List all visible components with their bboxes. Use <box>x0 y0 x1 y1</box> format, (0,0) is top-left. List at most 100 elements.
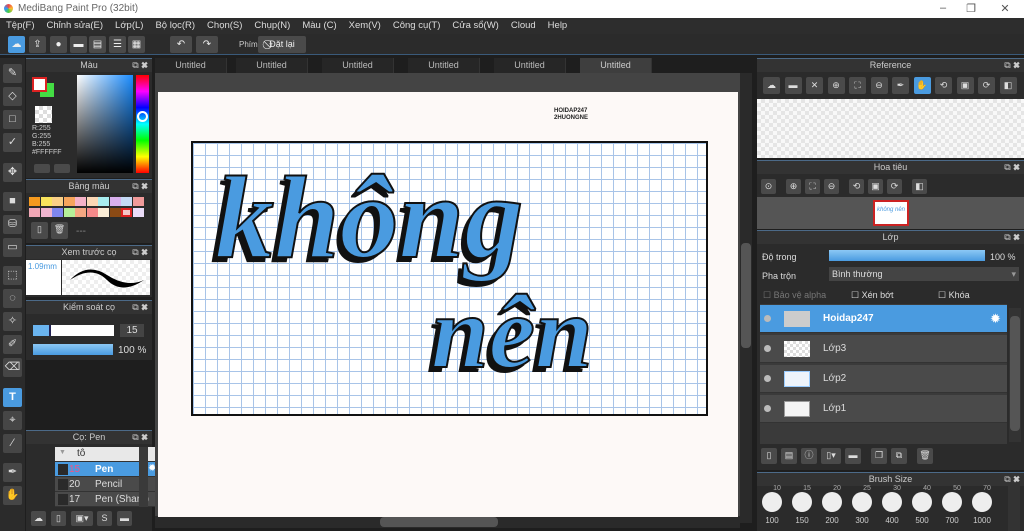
cloud-icon[interactable]: ☁ <box>8 36 25 53</box>
palette-swatch[interactable] <box>86 197 98 206</box>
menu-window[interactable]: Cửa sổ(W) <box>446 18 504 34</box>
flip-icon[interactable]: ◧ <box>912 179 927 194</box>
panel-controls-icon[interactable]: ⧉ ✖ <box>1004 59 1020 72</box>
zoom-out-icon[interactable]: ⊖ <box>870 77 888 94</box>
gradient-tool-icon[interactable]: ▭ <box>3 238 22 257</box>
add-layer-dropdown-icon[interactable]: ▯▾ <box>821 448 841 464</box>
palette-swatch[interactable] <box>132 197 144 206</box>
page-icon[interactable]: ▤ <box>89 36 106 53</box>
menu-select[interactable]: Chọn(S) <box>201 18 248 34</box>
redo-icon[interactable]: ↷ <box>196 36 218 53</box>
menu-layer[interactable]: Lớp(L) <box>109 18 149 34</box>
menu-help[interactable]: Help <box>542 18 574 34</box>
brush-size-preset[interactable]: 700 <box>938 492 966 526</box>
tab-untitled-6[interactable]: Untitled <box>580 58 652 73</box>
brush-list-scrollbar[interactable] <box>139 447 148 507</box>
brush-settings-icon[interactable]: S <box>97 511 112 526</box>
palette-swatch[interactable] <box>29 197 40 206</box>
move-tool-icon[interactable]: ✥ <box>3 163 22 182</box>
palette-swatch[interactable] <box>75 197 86 206</box>
panel-controls-icon[interactable]: ⧉ ✖ <box>132 431 148 444</box>
visibility-icon[interactable] <box>764 375 771 382</box>
folder-icon[interactable]: ▬ <box>117 511 132 526</box>
palette-swatch[interactable] <box>121 197 132 206</box>
lock-checkbox[interactable]: ☐ Khóa <box>938 290 970 301</box>
vertical-scrollbar[interactable] <box>740 73 752 523</box>
rotate-left-icon[interactable]: ⟲ <box>935 77 952 94</box>
add-brush-dropdown-icon[interactable]: ▣▾ <box>71 511 93 526</box>
tab-untitled-3[interactable]: Untitled <box>322 58 394 73</box>
palette-swatch[interactable] <box>63 208 75 217</box>
panel-controls-icon[interactable]: ⧉ ✖ <box>132 246 148 259</box>
reset-button[interactable]: ⃠Đặt lại <box>258 36 306 53</box>
saturation-value-picker[interactable] <box>77 75 133 173</box>
cloud-download-icon[interactable]: ☁ <box>31 511 46 526</box>
maximize-button[interactable]: ❐ <box>964 2 978 15</box>
navigator-thumbnail[interactable]: không nên <box>873 200 909 226</box>
palette-swatch[interactable] <box>75 208 86 217</box>
hand-icon[interactable]: ✋ <box>913 77 931 94</box>
text-tool-icon[interactable]: T <box>3 388 22 407</box>
new-8bit-layer-icon[interactable]: ⓘ <box>801 448 817 464</box>
collapse-arrow-icon[interactable]: ▼ <box>59 449 66 456</box>
new-brush-icon[interactable]: ▯ <box>51 511 66 526</box>
new-halftone-layer-icon[interactable]: ▤ <box>781 448 797 464</box>
panel-controls-icon[interactable]: ⧉ ✖ <box>1004 161 1020 174</box>
rotate-right-icon[interactable]: ⟳ <box>978 77 995 94</box>
magic-wand-tool-icon[interactable]: ✧ <box>3 312 22 331</box>
eraser-tool-icon[interactable]: ◇ <box>3 87 22 106</box>
tab-untitled-1[interactable]: Untitled <box>155 58 227 73</box>
hue-handle[interactable] <box>137 111 148 122</box>
palette-swatch[interactable] <box>52 197 63 206</box>
share-icon[interactable]: ⇪ <box>29 36 46 53</box>
layer-row-hoidap247[interactable]: Hoidap247 ✹ <box>760 305 1007 333</box>
list-icon[interactable]: ☰ <box>109 36 126 53</box>
zoom-in-icon[interactable]: ⊕ <box>827 77 845 94</box>
palette-swatch[interactable] <box>86 208 98 217</box>
palette-swatch[interactable] <box>121 208 132 217</box>
panel-controls-icon[interactable]: ⧉ ✖ <box>132 59 148 72</box>
palette-swatch[interactable] <box>29 208 40 217</box>
hue-slider[interactable] <box>136 75 149 173</box>
folder-icon[interactable]: ▬ <box>845 448 861 464</box>
zoom-out-icon[interactable]: ⊖ <box>824 179 839 194</box>
tab-untitled-4[interactable]: Untitled <box>408 58 480 73</box>
undo-icon[interactable]: ↶ <box>170 36 192 53</box>
menu-color[interactable]: Màu (C) <box>296 18 342 34</box>
new-palette-icon[interactable]: ▯ <box>31 222 48 239</box>
brush-size-preset[interactable]: 100 <box>758 492 786 526</box>
palette-swatch[interactable] <box>109 208 121 217</box>
zoom-actual-icon[interactable]: ⊙ <box>761 179 776 194</box>
brush-tool-icon[interactable]: ✎ <box>3 64 22 83</box>
delete-layer-icon[interactable]: 🗑 <box>917 448 933 464</box>
minimize-button[interactable]: – <box>936 2 950 14</box>
fit-icon[interactable]: ⛶ <box>805 179 820 194</box>
layer-row-lop1[interactable]: Lớp1 <box>760 395 1007 423</box>
horizontal-scrollbar[interactable] <box>155 516 740 528</box>
dot-tool-icon[interactable]: ✓ <box>3 133 22 152</box>
close-button[interactable]: ✕ <box>998 2 1012 15</box>
layer-opacity-slider[interactable] <box>829 250 985 261</box>
palette-swatch[interactable] <box>98 197 109 206</box>
divide-tool-icon[interactable]: ⁄ <box>3 434 22 453</box>
panel-controls-icon[interactable]: ⧉ ✖ <box>132 180 148 193</box>
menu-snap[interactable]: Chụp(N) <box>248 18 296 34</box>
blend-mode-select[interactable]: Bình thường ▾ <box>829 267 1019 281</box>
palette-swatch[interactable] <box>40 197 52 206</box>
zoom-in-icon[interactable]: ⊕ <box>786 179 801 194</box>
close-icon[interactable]: ✕ <box>806 77 823 94</box>
fill-rect-tool-icon[interactable]: ■ <box>3 192 22 211</box>
panel-controls-icon[interactable]: ⧉ ✖ <box>1004 231 1020 244</box>
brush-size-value[interactable]: 15 <box>120 324 144 337</box>
operation-tool-icon[interactable]: ⌖ <box>3 411 22 430</box>
layer-scrollbar[interactable] <box>1009 308 1021 442</box>
hand-tool-icon[interactable]: ✋ <box>3 486 22 505</box>
layer-settings-gear-icon[interactable]: ✹ <box>990 311 1001 327</box>
speech-bubble-icon[interactable]: ● <box>50 36 67 53</box>
lasso-tool-icon[interactable]: ◌ <box>3 289 22 308</box>
brush-size-preset[interactable]: 200 <box>818 492 846 526</box>
merge-layer-icon[interactable]: ⧉ <box>891 448 907 464</box>
flip-icon[interactable]: ◧ <box>999 77 1017 94</box>
clipping-checkbox[interactable]: ☐ Xén bớt <box>851 290 894 301</box>
folder-open-icon[interactable]: ▬ <box>784 77 802 94</box>
